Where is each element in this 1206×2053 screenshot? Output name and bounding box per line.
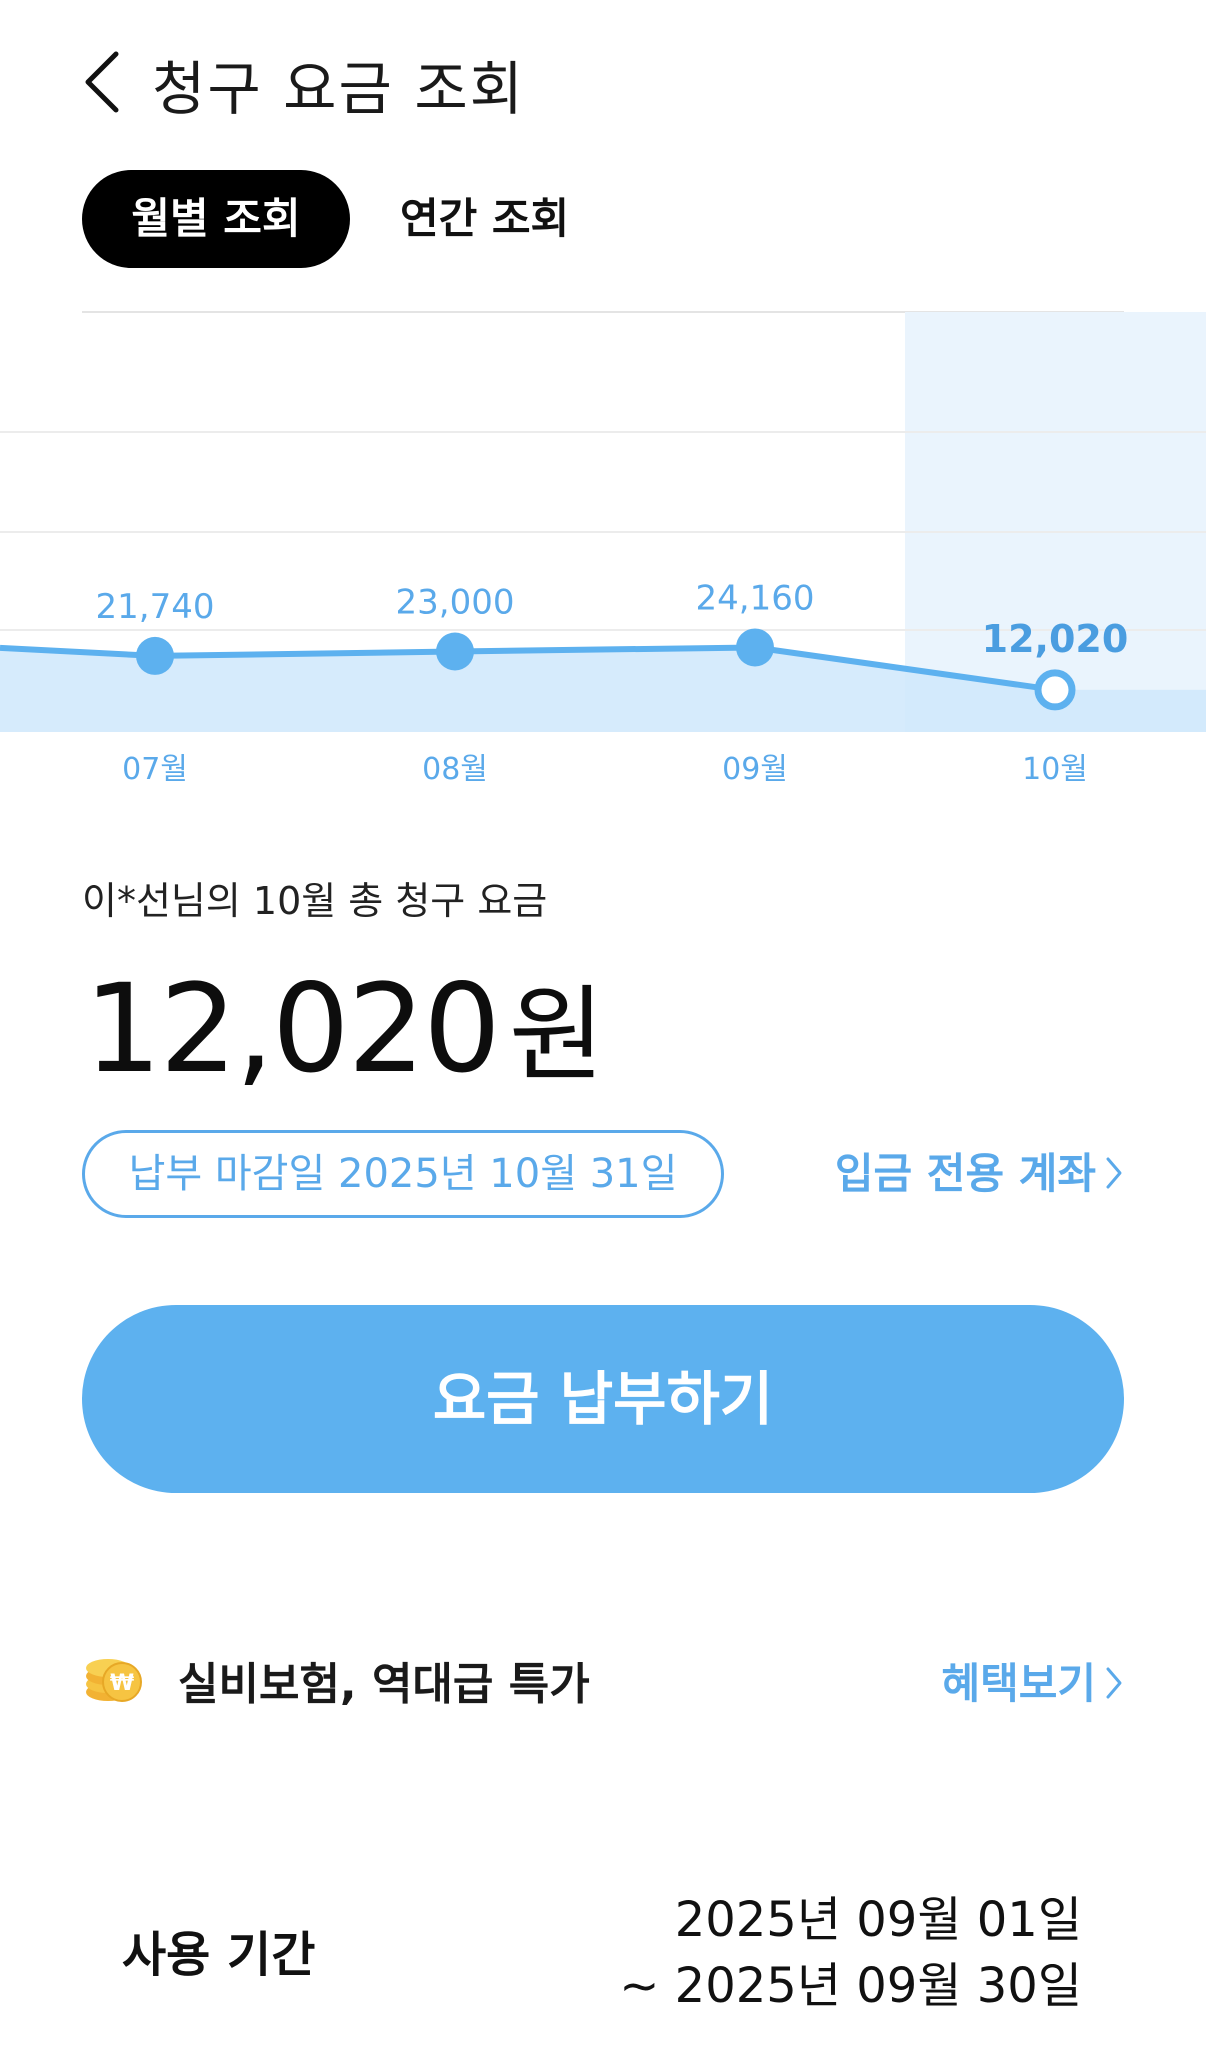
- data-label: 12,020: [982, 617, 1129, 661]
- benefit-link[interactable]: 혜택보기: [941, 1650, 1124, 1711]
- tab-monthly[interactable]: 월별 조회: [82, 170, 350, 268]
- benefit-link-label: 혜택보기: [941, 1659, 1096, 1708]
- deposit-link-label: 입금 전용 계좌: [834, 1149, 1096, 1198]
- due-date-badge: 납부 마감일 2025년 10월 31일: [82, 1130, 724, 1218]
- page-title: 청구 요금 조회: [152, 55, 526, 123]
- promo-banner[interactable]: ₩ 실비보험, 역대급 특가 혜택보기: [82, 1640, 1124, 1720]
- x-tick-label: 07월: [122, 752, 188, 787]
- usage-period-start: 2025년 09월 01일: [674, 1892, 1082, 1948]
- amount-value: 12,020: [84, 958, 501, 1100]
- promo-text: 실비보험, 역대급 특가: [178, 1659, 590, 1710]
- data-label: 24,160: [696, 578, 815, 618]
- coin-won-icon: ₩: [82, 1646, 144, 1708]
- data-label: 21,740: [96, 587, 215, 627]
- bill-summary-label: 이*선님의 10월 총 청구 요금: [82, 879, 548, 923]
- deposit-account-link[interactable]: 입금 전용 계좌: [835, 1140, 1124, 1201]
- billing-chart: 21,740 23,000 24,160 12,020 07월 08월 09월 10월: [0, 312, 1206, 787]
- tab-yearly[interactable]: 연간 조회: [400, 170, 569, 268]
- data-label: 23,000: [396, 583, 515, 623]
- svg-text:₩: ₩: [110, 1671, 134, 1696]
- usage-period-label: 사용 기간: [122, 1927, 316, 1983]
- selected-month-highlight: [905, 312, 1206, 732]
- usage-period-end: ~ 2025년 09월 30일: [619, 1958, 1082, 2014]
- chevron-right-icon: [1104, 1152, 1124, 1201]
- header: 청구 요금 조회: [0, 36, 1206, 126]
- x-tick-label: 09월: [722, 752, 788, 787]
- chevron-left-icon[interactable]: [76, 48, 136, 116]
- data-point-selected: [1034, 669, 1076, 711]
- data-point: [136, 636, 174, 675]
- x-tick-label: 10월: [1022, 752, 1088, 787]
- pay-bill-button[interactable]: 요금 납부하기: [82, 1305, 1124, 1493]
- amount-unit: 원: [508, 974, 605, 1096]
- chevron-right-icon: [1104, 1662, 1124, 1711]
- total-amount: 12,020원: [84, 950, 605, 1101]
- x-tick-label: 08월: [422, 752, 488, 787]
- data-point: [436, 632, 474, 671]
- data-point: [736, 628, 774, 667]
